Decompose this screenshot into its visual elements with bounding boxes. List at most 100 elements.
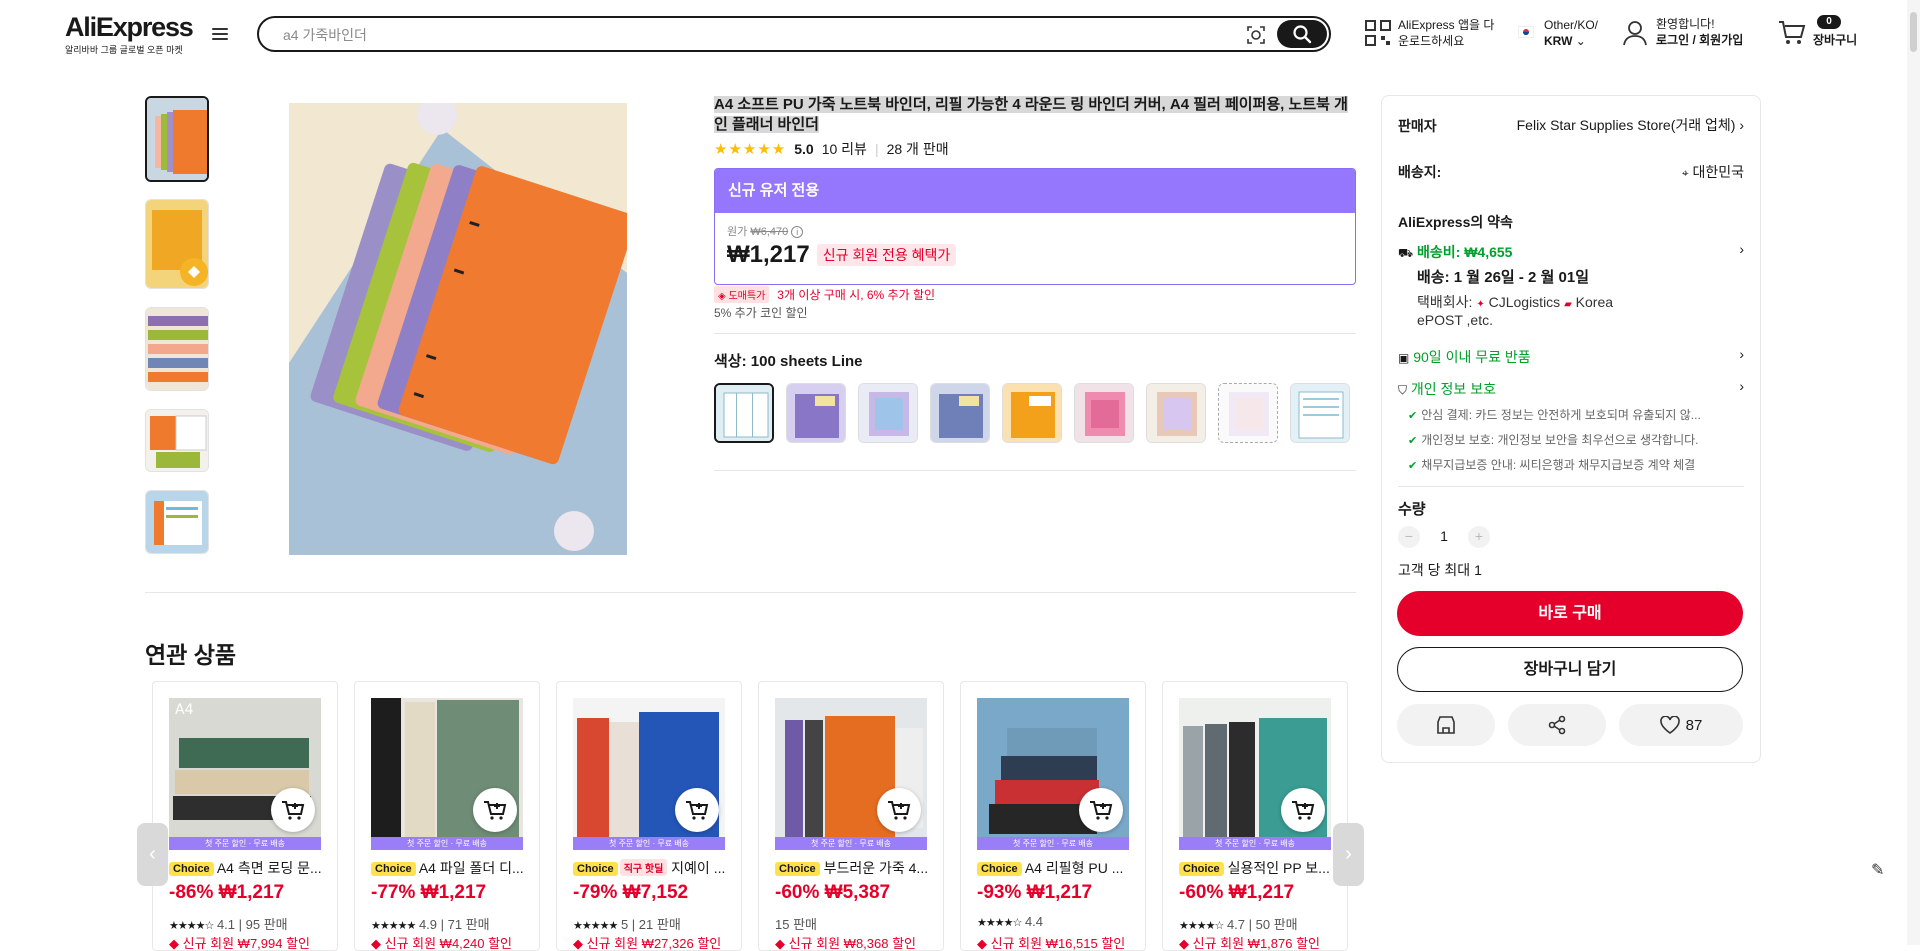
promo-banner: 첫 주문 할인 · 무료 배송: [775, 837, 927, 850]
product-title[interactable]: Choice A4 리필형 PU ...: [977, 858, 1137, 878]
privacy-item: ✔ 개인정보 보호: 개인정보 보안을 최우선으로 생각합니다.: [1408, 433, 1699, 447]
ship-to-selector[interactable]: ⌖ 대한민국: [1682, 162, 1744, 182]
shipping-fee-row[interactable]: ⛟ 배송비: ₩4,655 ›: [1398, 241, 1744, 262]
quantity-value[interactable]: 1: [1434, 528, 1454, 544]
gallery-thumbnail-5[interactable]: [145, 490, 209, 554]
add-to-cart-icon[interactable]: [675, 788, 719, 832]
account-menu[interactable]: 환영합니다! 로그인 / 회원가입: [1623, 16, 1743, 48]
scrollbar[interactable]: [1907, 0, 1920, 945]
brand-name: AliExpress: [65, 12, 194, 42]
buy-now-button[interactable]: 바로 구매: [1397, 591, 1743, 636]
free-returns-row[interactable]: ▣ 90일 이내 무료 반품 ›: [1398, 346, 1744, 367]
color-swatch-1[interactable]: [714, 383, 774, 443]
scrollbar-thumb: [1910, 12, 1917, 52]
tag-icon: ◈: [718, 291, 726, 302]
search-input[interactable]: [283, 24, 1183, 46]
wishlist-button[interactable]: 87: [1619, 704, 1743, 746]
check-icon: ✔: [1408, 410, 1418, 422]
product-price: -77% ₩1,217: [371, 882, 487, 903]
app-download[interactable]: AliExpress 앱을 다 운로드하세요: [1365, 17, 1494, 49]
rating-value: 5.0: [794, 141, 814, 157]
product-title[interactable]: Choice 부드러운 가죽 4...: [775, 858, 935, 878]
search-button[interactable]: [1277, 20, 1327, 48]
aliexpress-logo[interactable]: AliExpress 알리바바 그룹 글로벌 오픈 마켓: [65, 12, 194, 56]
quantity-decrement-button[interactable]: −: [1398, 526, 1420, 548]
divider: [714, 333, 1356, 334]
product-title[interactable]: Choice A4 측면 로딩 문...: [169, 858, 329, 878]
menu-icon[interactable]: [212, 28, 228, 42]
add-to-cart-icon[interactable]: [1079, 788, 1123, 832]
region-currency-selector[interactable]: Other/KO/KRW ⌄: [1518, 17, 1598, 49]
feedback-edit-icon[interactable]: ✎: [1871, 860, 1884, 880]
original-price-row: 원가 ₩6,470 i: [727, 223, 1343, 239]
new-user-price-box: 신규 유저 전용 원가 ₩6,470 i ₩1,217 신규 회원 전용 혜택가: [714, 168, 1356, 285]
color-selector-label: 색상: 100 sheets Line: [714, 353, 863, 370]
max-per-customer: 고객 당 최대 1: [1398, 562, 1482, 578]
store-icon: [1437, 716, 1455, 734]
gallery-thumbnail-4[interactable]: [145, 409, 209, 472]
coupon-text: ◆ 신규 회원 ₩7,994 할인: [169, 936, 311, 951]
coupon-text: ◆ 신규 회원 ₩1,876 할인: [1179, 936, 1321, 951]
promo-banner: 첫 주문 할인 · 무료 배송: [371, 837, 523, 850]
wholesale-badge: ◈ 도매특가: [714, 286, 770, 303]
delivery-date: 배송: 1 월 26일 - 2 월 01일: [1417, 269, 1590, 286]
promo-banner: 첫 주문 할인 · 무료 배송: [1179, 837, 1331, 850]
color-swatch-3[interactable]: [858, 383, 918, 443]
add-to-cart-button[interactable]: 장바구니 담기: [1397, 647, 1743, 692]
gallery-thumbnail-3[interactable]: [145, 307, 209, 391]
original-price: ₩6,470: [750, 226, 789, 238]
color-swatch-2[interactable]: [786, 383, 846, 443]
product-title[interactable]: Choice A4 파일 폴더 디...: [371, 858, 531, 878]
brand-subtitle: 알리바바 그룹 글로벌 오픈 마켓: [65, 45, 183, 55]
product-title: A4 소프트 PU 가죽 노트북 바인더, 리필 가능한 4 라운드 링 바인더…: [714, 96, 1348, 133]
shield-icon: ⛉: [1398, 383, 1408, 397]
related-product-card[interactable]: 첫 주문 할인 · 무료 배송 Choice 부드러운 가죽 4... -60%…: [758, 681, 944, 951]
product-title[interactable]: Choice 실용적인 PP 보...: [1179, 858, 1339, 878]
chevron-right-icon: ›: [1739, 117, 1744, 133]
related-product-card[interactable]: 첫 주문 할인 · 무료 배송 Choice A4 리필형 PU ... -93…: [960, 681, 1146, 951]
related-product-card[interactable]: 첫 주문 할인 · 무료 배송 Choice 직구 핫딜 지예이 ... -79%…: [556, 681, 742, 951]
share-button[interactable]: [1508, 704, 1606, 746]
gallery-thumbnail-2[interactable]: [145, 199, 209, 289]
carousel-prev-button[interactable]: ‹: [137, 823, 168, 886]
seller-link[interactable]: Felix Star Supplies Store(거래 업체) ›: [1517, 115, 1744, 135]
add-to-cart-icon[interactable]: [473, 788, 517, 832]
chevron-right-icon: ›: [1739, 241, 1744, 257]
carousel-next-button[interactable]: ›: [1333, 823, 1364, 886]
color-swatch-5[interactable]: [1002, 383, 1062, 443]
privacy-row[interactable]: ⛉ 개인 정보 보호 ›: [1398, 378, 1744, 399]
korea-flag-icon: [1518, 26, 1534, 38]
review-count[interactable]: 10 리뷰: [822, 139, 867, 159]
carrier-more: ePOST ,etc.: [1417, 312, 1493, 328]
truck-icon: ⛟: [1398, 246, 1414, 260]
promo-banner: 첫 주문 할인 · 무료 배송: [977, 837, 1129, 850]
check-icon: ✔: [1408, 460, 1418, 472]
rating-stars: ★★★★★: [714, 141, 787, 158]
related-product-card[interactable]: A4 첫 주문 할인 · 무료 배송 Choice A4 측면 로딩 문... …: [152, 681, 338, 951]
add-to-cart-icon[interactable]: [271, 788, 315, 832]
cart-label: 장바구니: [1813, 33, 1858, 47]
sold-count: 28 개 판매: [886, 141, 949, 157]
related-product-card[interactable]: 첫 주문 할인 · 무료 배송 Choice A4 파일 폴더 디... -77…: [354, 681, 540, 951]
image-search-icon[interactable]: [1245, 24, 1267, 46]
carrier-row: 택배회사: ✦ CJLogistics ▰ Korea: [1417, 294, 1614, 310]
check-icon: ✔: [1408, 435, 1418, 447]
store-button[interactable]: [1397, 704, 1495, 746]
color-swatch-6[interactable]: [1074, 383, 1134, 443]
color-swatch-4[interactable]: [930, 383, 990, 443]
color-swatch-9[interactable]: [1290, 383, 1350, 443]
color-swatch-8[interactable]: [1218, 383, 1278, 443]
main-product-image[interactable]: [289, 103, 627, 555]
product-title[interactable]: Choice 직구 핫딜 지예이 ...: [573, 858, 733, 878]
new-user-benefit-badge: 신규 회원 전용 혜택가: [816, 244, 957, 266]
gallery-thumbnail-1[interactable]: [145, 96, 209, 182]
wishlist-count: 87: [1685, 716, 1703, 734]
color-swatch-7[interactable]: [1146, 383, 1206, 443]
promo-banner: 첫 주문 할인 · 무료 배송: [573, 837, 725, 850]
add-to-cart-icon[interactable]: [1281, 788, 1325, 832]
product-price: -93% ₩1,217: [977, 882, 1093, 903]
related-product-card[interactable]: 첫 주문 할인 · 무료 배송 Choice 실용적인 PP 보... -60%…: [1162, 681, 1348, 951]
add-to-cart-icon[interactable]: [877, 788, 921, 832]
quantity-increment-button[interactable]: +: [1468, 526, 1490, 548]
privacy-item: ✔ 안심 결제: 카드 정보는 안전하게 보호되며 유출되지 않...: [1408, 408, 1701, 422]
